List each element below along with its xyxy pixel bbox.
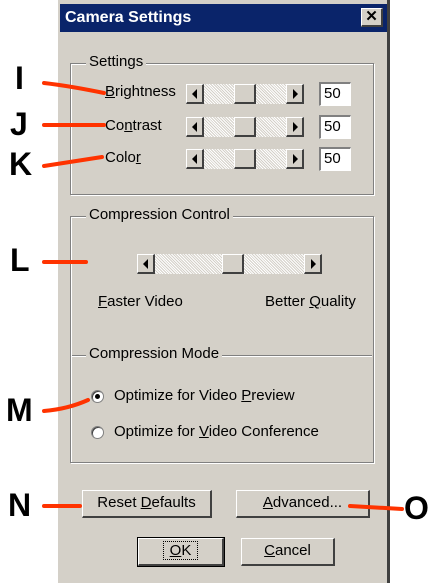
callout-lines <box>42 81 404 511</box>
callout-k: K <box>9 146 33 182</box>
callout-line-i <box>42 81 106 95</box>
callout-o: O <box>404 490 429 526</box>
callout-n: N <box>8 487 32 523</box>
callout-line-k <box>42 155 104 168</box>
callout-l: L <box>10 242 30 278</box>
callout-m: M <box>6 392 33 428</box>
callout-line-m <box>42 398 90 413</box>
callout-i: I <box>15 60 24 96</box>
callout-line-o <box>348 504 404 511</box>
callout-j: J <box>10 106 28 142</box>
